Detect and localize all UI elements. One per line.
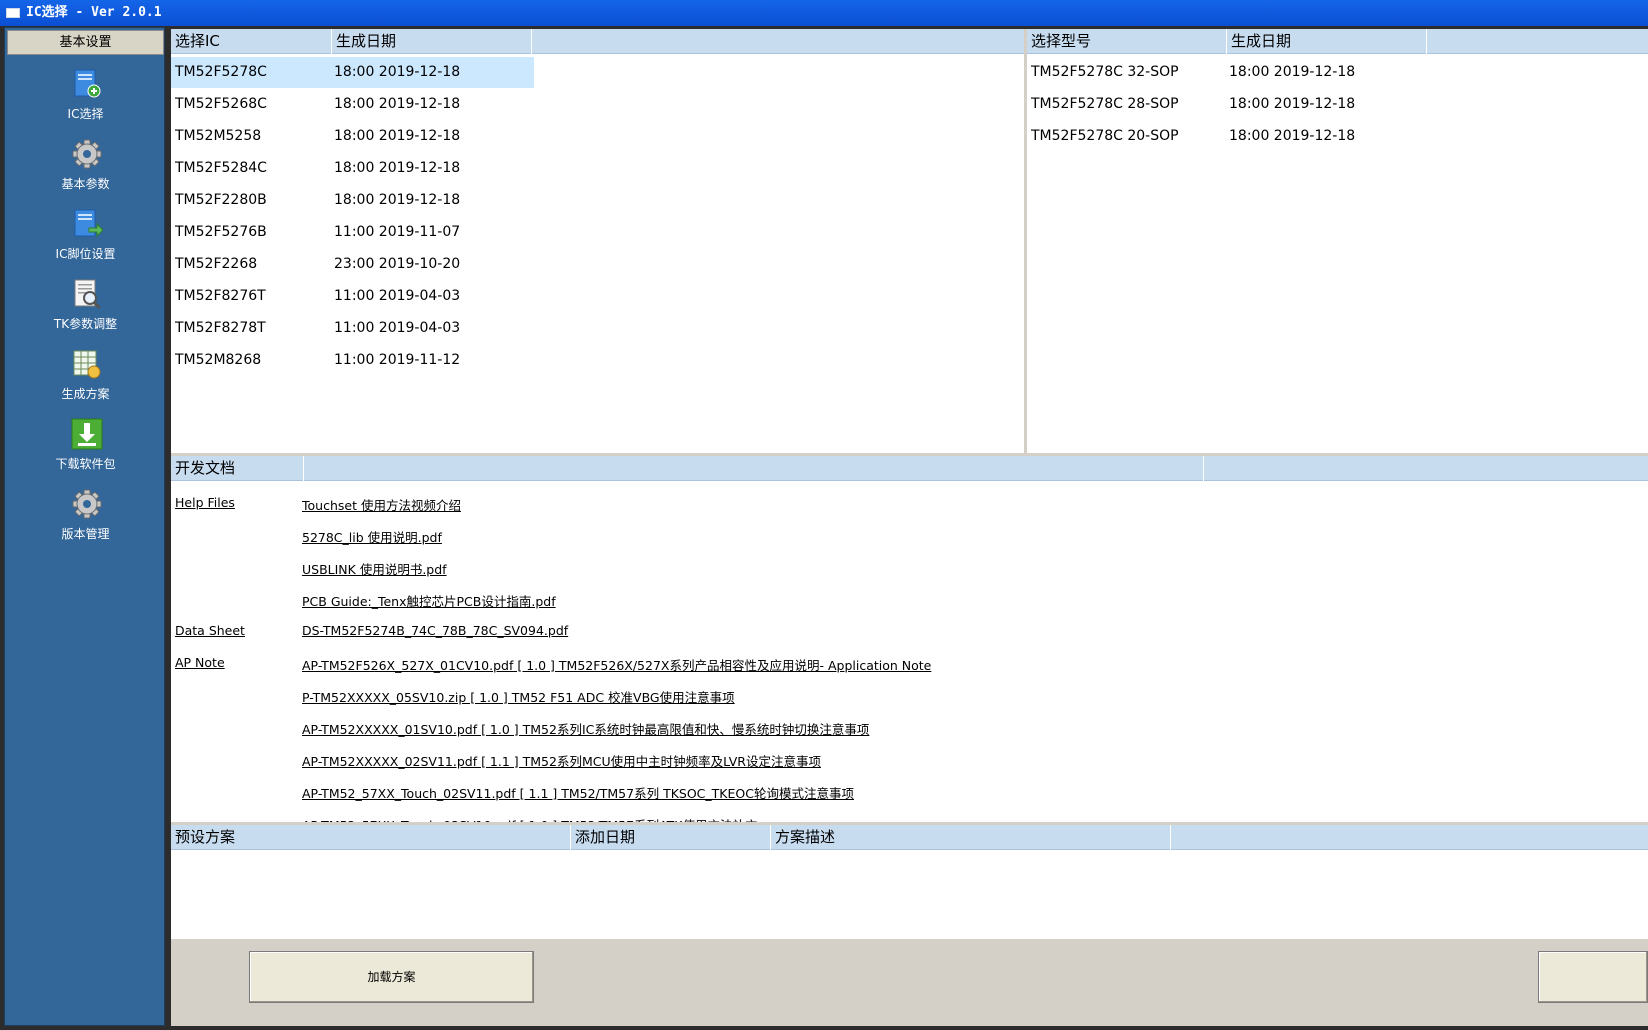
model-date: 18:00 2019-12-18 — [1229, 64, 1356, 80]
model-list-header: 选择型号 生成日期 — [1027, 29, 1648, 54]
table-row[interactable]: TM52F8278T 11:00 2019-04-03 — [171, 313, 534, 344]
doc-link[interactable]: USBLINK 使用说明书.pdf — [302, 559, 447, 578]
ic-date: 11:00 2019-04-03 — [334, 288, 461, 304]
docs-header-col — [304, 456, 1204, 481]
doc-link[interactable]: Touchset 使用方法视频介绍 — [302, 495, 461, 514]
column-header-select-ic[interactable]: 选择IC — [171, 29, 332, 54]
ic-name: TM52F2280B — [175, 192, 267, 208]
column-header-add-date[interactable]: 添加日期 — [571, 825, 771, 850]
ic-date: 18:00 2019-12-18 — [334, 160, 461, 176]
doc-link[interactable]: AP-TM52XXXXX_01SV10.pdf [ 1.0 ] TM52系列IC… — [302, 719, 869, 738]
docs-panel: 开发文档 Help Files Touchset 使用方法视频介绍 5278C_… — [171, 456, 1648, 848]
document-search-icon — [74, 279, 101, 309]
table-row[interactable]: TM52F2268 23:00 2019-10-20 — [171, 249, 534, 280]
spreadsheet-icon — [73, 350, 101, 379]
doc-link[interactable]: P-TM52XXXXX_05SV10.zip [ 1.0 ] TM52 F51 … — [302, 687, 735, 706]
doc-link[interactable]: AP-TM52XXXXX_02SV11.pdf [ 1.1 ] TM52系列MC… — [302, 751, 821, 770]
column-header-preset-plan[interactable]: 预设方案 — [171, 825, 571, 850]
ic-name: TM52F5276B — [175, 224, 267, 240]
table-row[interactable]: TM52F5278C 32-SOP 18:00 2019-12-18 — [1027, 57, 1648, 88]
presets-header: 预设方案 添加日期 方案描述 — [171, 825, 1648, 850]
doc-link[interactable]: DS-TM52F5274B_74C_78B_78C_SV094.pdf — [302, 623, 568, 638]
ic-date: 11:00 2019-04-03 — [334, 320, 461, 336]
docs-category-help-files[interactable]: Help Files — [175, 495, 235, 510]
ic-name: TM52F8278T — [175, 320, 266, 336]
main-content: 选择IC 生成日期 TM52F5278C 18:00 2019-12-18 TM… — [171, 29, 1648, 1026]
sidebar-item-tk-params[interactable]: TK参数调整 — [5, 278, 166, 342]
table-row[interactable]: TM52M8268 11:00 2019-11-12 — [171, 345, 534, 376]
table-row[interactable]: TM52F8276T 11:00 2019-04-03 — [171, 281, 534, 312]
sidebar-item-label: IC选择 — [67, 107, 104, 121]
table-row[interactable]: TM52F5268C 18:00 2019-12-18 — [171, 89, 534, 120]
ic-name: TM52F5284C — [175, 160, 267, 176]
download-icon — [71, 418, 103, 450]
sidebar-item-label: 生成方案 — [61, 387, 110, 401]
doc-link[interactable]: AP-TM52F526X_527X_01CV10.pdf [ 1.0 ] TM5… — [302, 655, 931, 674]
ic-pin-icon — [74, 209, 103, 238]
model-list: 选择型号 生成日期 TM52F5278C 32-SOP 18:00 2019-1… — [1027, 29, 1648, 453]
docs-category-data-sheet[interactable]: Data Sheet — [175, 623, 245, 638]
model-date: 18:00 2019-12-18 — [1229, 96, 1356, 112]
window-title: IC选择 - Ver 2.0.1 — [26, 5, 162, 20]
sidebar-item-ic-pin-settings[interactable]: IC脚位设置 — [5, 208, 166, 272]
ic-name: TM52F8276T — [175, 288, 266, 304]
presets-panel: 预设方案 添加日期 方案描述 — [171, 825, 1648, 939]
docs-header: 开发文档 — [171, 456, 1648, 481]
table-row[interactable]: TM52F5284C 18:00 2019-12-18 — [171, 153, 534, 184]
model-name: TM52F5278C 32-SOP — [1031, 64, 1179, 80]
ic-name: TM52M8268 — [175, 352, 262, 368]
sidebar-item-download-package[interactable]: 下载软件包 — [5, 418, 166, 482]
sidebar-item-basic-params[interactable]: 基本参数 — [5, 138, 166, 202]
column-header-plan-description[interactable]: 方案描述 — [771, 825, 1171, 850]
sidebar-item-generate-plan[interactable]: 生成方案 — [5, 348, 166, 412]
sidebar: 基本设置 IC选择 基本参数 IC脚位设置 TK参数调整 生成方案 下载软件包 … — [4, 27, 165, 1026]
model-name: TM52F5278C 20-SOP — [1031, 128, 1179, 144]
ic-date: 18:00 2019-12-18 — [334, 128, 461, 144]
sidebar-item-label: 基本参数 — [61, 177, 110, 191]
bottom-bar: 加载方案 — [171, 939, 1648, 1026]
sidebar-item-label: 版本管理 — [61, 527, 110, 541]
gear-icon — [72, 139, 102, 169]
sidebar-header[interactable]: 基本设置 — [7, 30, 164, 55]
table-row[interactable]: TM52F2280B 18:00 2019-12-18 — [171, 185, 534, 216]
table-row[interactable]: TM52F5278C 18:00 2019-12-18 — [171, 57, 534, 88]
column-header-select-model[interactable]: 选择型号 — [1027, 29, 1227, 54]
column-header-generate-date[interactable]: 生成日期 — [1227, 29, 1427, 54]
sidebar-item-ic-select[interactable]: IC选择 — [5, 68, 166, 132]
sidebar-item-label: TK参数调整 — [53, 317, 118, 331]
ic-date: 18:00 2019-12-18 — [334, 64, 461, 80]
ic-list: 选择IC 生成日期 TM52F5278C 18:00 2019-12-18 TM… — [171, 29, 1024, 453]
table-row[interactable]: TM52F5278C 28-SOP 18:00 2019-12-18 — [1027, 89, 1648, 120]
ic-date: 23:00 2019-10-20 — [334, 256, 461, 272]
doc-link[interactable]: PCB Guide:_Tenx触控芯片PCB设计指南.pdf — [302, 591, 556, 610]
sidebar-item-label: 下载软件包 — [55, 457, 116, 471]
ic-date: 11:00 2019-11-12 — [334, 352, 461, 368]
ic-name: TM52F5278C — [175, 64, 267, 80]
ic-name: TM52F5268C — [175, 96, 267, 112]
docs-category-ap-note[interactable]: AP Note — [175, 655, 225, 670]
table-row[interactable]: TM52F5278C 20-SOP 18:00 2019-12-18 — [1027, 121, 1648, 152]
gear-icon — [72, 489, 102, 519]
ic-name: TM52F2268 — [175, 256, 258, 272]
docs-header-title: 开发文档 — [171, 456, 304, 481]
ic-add-icon — [74, 69, 101, 98]
sidebar-item-label: IC脚位设置 — [55, 247, 116, 261]
table-row[interactable]: TM52F5276B 11:00 2019-11-07 — [171, 217, 534, 248]
model-date: 18:00 2019-12-18 — [1229, 128, 1356, 144]
ic-date: 18:00 2019-12-18 — [334, 192, 461, 208]
ic-name: TM52M5258 — [175, 128, 262, 144]
ic-list-header: 选择IC 生成日期 — [171, 29, 1024, 54]
table-row[interactable]: TM52M5258 18:00 2019-12-18 — [171, 121, 534, 152]
ic-date: 11:00 2019-11-07 — [334, 224, 461, 240]
doc-link[interactable]: 5278C_lib 使用说明.pdf — [302, 527, 442, 546]
action-button[interactable] — [1538, 951, 1648, 1003]
doc-link[interactable]: AP-TM52_57XX_Touch_02SV11.pdf [ 1.1 ] TM… — [302, 783, 854, 802]
window-icon — [6, 8, 20, 18]
column-header-generate-date[interactable]: 生成日期 — [332, 29, 532, 54]
sidebar-item-version-management[interactable]: 版本管理 — [5, 488, 166, 552]
load-plan-button[interactable]: 加载方案 — [249, 951, 534, 1003]
model-name: TM52F5278C 28-SOP — [1031, 96, 1179, 112]
title-bar: IC选择 - Ver 2.0.1 — [0, 0, 1648, 26]
ic-date: 18:00 2019-12-18 — [334, 96, 461, 112]
